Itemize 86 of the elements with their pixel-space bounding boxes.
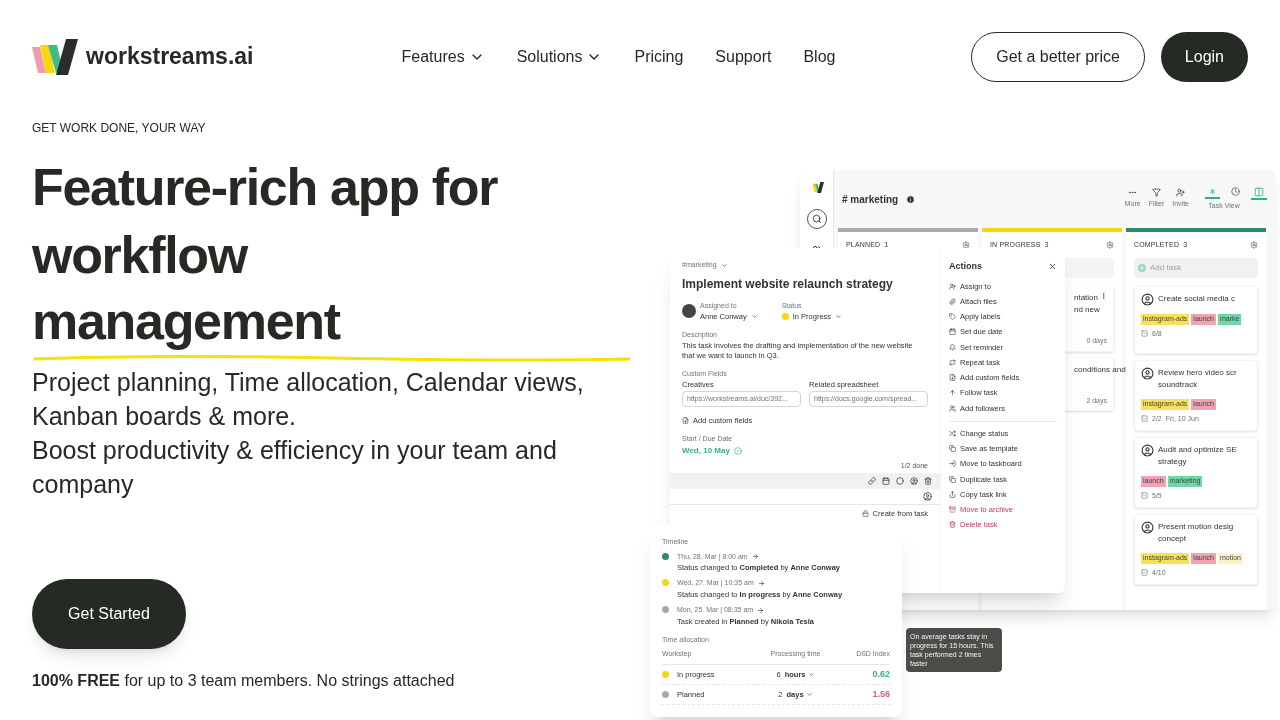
caret-icon: [807, 670, 815, 678]
dsd-index: 1.56: [871, 687, 890, 701]
asterisk-icon: [1208, 186, 1217, 196]
share-icon: [949, 490, 956, 498]
trash-icon: [949, 521, 956, 529]
check-icon: [733, 446, 742, 455]
checklist-icon: [1141, 330, 1148, 338]
repeat-icon: [949, 358, 956, 366]
card-title: concept: [1158, 533, 1188, 545]
get-started-button[interactable]: Get Started: [32, 579, 186, 649]
checklist-icon: [1141, 569, 1148, 577]
settings-icon[interactable]: [962, 241, 970, 249]
clock-icon: [1231, 186, 1240, 196]
caret-icon[interactable]: [720, 261, 728, 269]
arrow-icon[interactable]: [757, 580, 765, 587]
caret-icon: [750, 313, 758, 321]
avatar-icon: [1141, 444, 1154, 457]
avatar: [682, 304, 696, 319]
user-icon[interactable]: [910, 477, 918, 486]
tag-icon: [949, 313, 956, 321]
file-plus-icon: [949, 374, 956, 382]
card-title: Audit and optimize SE: [1158, 444, 1237, 456]
copy-icon: [949, 445, 956, 453]
avatar-icon: [1141, 521, 1154, 534]
highlighted-word: management: [32, 291, 342, 352]
card-title: Create social media c: [1158, 293, 1235, 305]
channel-title: # marketing: [842, 192, 899, 207]
info-icon[interactable]: [906, 194, 916, 204]
users-icon: [949, 404, 956, 412]
link-icon[interactable]: [868, 477, 876, 486]
card-title: soundtrack: [1158, 379, 1199, 391]
avatar-icon: [1141, 367, 1154, 380]
settings-icon[interactable]: [1250, 241, 1258, 249]
columns-icon: [1254, 186, 1264, 197]
checklist-icon: [1141, 415, 1148, 423]
nav-link[interactable]: Blog: [803, 44, 836, 69]
card-title: ntation: [1074, 292, 1100, 304]
price-button[interactable]: Get a better price: [971, 31, 1145, 82]
copy-icon: [949, 475, 956, 483]
nav-link[interactable]: Support: [715, 44, 772, 69]
paperclip-icon: [949, 297, 956, 305]
file-plus-icon: [682, 417, 689, 425]
nav-link[interactable]: Solutions: [516, 44, 603, 69]
calendar-icon[interactable]: [882, 477, 890, 486]
card-title: conditions and: [1074, 363, 1126, 376]
free-note: 100% FREE for up to 3 team members. No strings attached: [32, 671, 456, 691]
nav-link[interactable]: Pricing: [634, 44, 684, 69]
calendar-icon: [949, 328, 956, 336]
brand-name[interactable]: workstreams.ai: [86, 39, 254, 74]
login-button[interactable]: Login: [1160, 31, 1248, 82]
task-title: Implement website relaunch strategy: [682, 275, 894, 293]
nav-link[interactable]: Features: [401, 44, 485, 69]
settings-icon[interactable]: [1106, 241, 1114, 249]
caret-icon: [805, 690, 813, 698]
dsd-index: 0.62: [871, 667, 890, 681]
card-title: Review hero video scr: [1158, 367, 1237, 379]
caret-icon: [835, 313, 843, 321]
arrow-icon[interactable]: [751, 553, 759, 561]
card-title: nd new: [1074, 304, 1100, 316]
bell-icon: [949, 343, 956, 351]
hero-subtitle: Project planning, Time allocation, Calendar views, Kanban boards & more.: [32, 367, 585, 432]
plus-icon: [1138, 264, 1146, 272]
move-in-icon: [949, 460, 956, 468]
archive-icon: [949, 506, 956, 514]
arrow-icon[interactable]: [757, 606, 765, 614]
card-title: strategy: [1158, 456, 1188, 468]
shuffle-icon: [949, 429, 956, 437]
circle-icon[interactable]: [896, 477, 904, 486]
view-toggle[interactable]: [1228, 186, 1243, 199]
trash-icon[interactable]: [924, 477, 932, 486]
arrow-up-icon: [949, 389, 956, 397]
view-toggle[interactable]: [1205, 186, 1220, 199]
card-title: Present motion desig: [1158, 521, 1234, 533]
close-icon[interactable]: [1048, 262, 1057, 272]
filter-icon: [1152, 188, 1161, 198]
logo-icon: [32, 38, 78, 75]
add-user-icon: [949, 282, 956, 290]
board-view-toggle[interactable]: [1251, 186, 1267, 200]
checklist-icon: [1141, 492, 1148, 500]
lock-icon: [861, 510, 869, 518]
eyebrow-text: GET WORK DONE, YOUR WAY: [32, 120, 207, 137]
user-icon[interactable]: [923, 492, 932, 502]
avatar-icon: [1141, 293, 1154, 306]
add-user-icon: [1176, 188, 1186, 198]
hero-subtitle: Boost productivity & efficiency in your team and company: [32, 435, 558, 500]
actions-title: Actions: [949, 260, 982, 273]
